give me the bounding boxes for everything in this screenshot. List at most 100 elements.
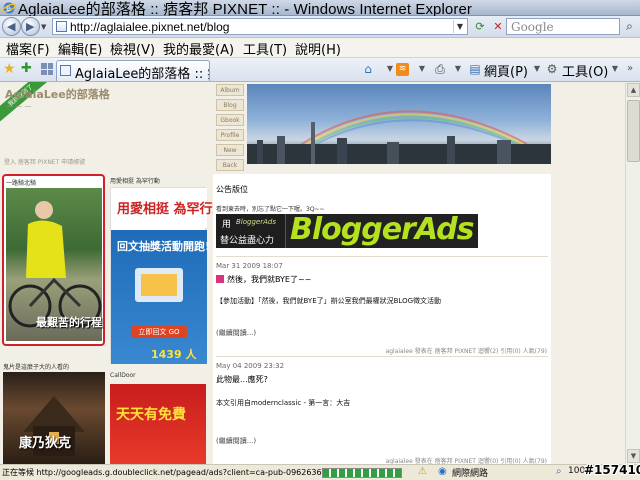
page-viewport[interactable]: 我該收到了 AglaiaLee的部落格 — — — 登入 痞客邦 PIXNET …	[0, 82, 625, 464]
post-title[interactable]: 此物最...應死?	[216, 374, 268, 385]
bloggerads-banner[interactable]: 用 BloggerAds 替公益盡心力 BloggerAds	[216, 212, 478, 248]
charity-ad-heading: 回文抽獎活動開跑!	[117, 240, 211, 253]
post-emoticon-icon	[216, 275, 224, 283]
calldoor-ad-heading: 天天有免費	[116, 407, 186, 423]
tab-favicon-icon	[60, 65, 71, 76]
bloggerads-slogan: 替公益盡心力	[220, 236, 275, 246]
tab-bar: ★ ✚ AglaiaLee的部落格 :: 痞... ⌂ ▼ ≋ ▼ ⎙ ▼ ▤ …	[0, 58, 640, 82]
header-banner-image	[247, 84, 551, 164]
search-input[interactable]: Google	[506, 18, 620, 35]
menu-edit[interactable]: 編輯(E)	[58, 39, 102, 58]
browser-window: e AglaiaLee的部落格 :: 痞客邦 PIXNET :: - Windo…	[0, 0, 640, 480]
forward-button[interactable]: ▶	[21, 17, 40, 36]
rainbow-cityscape-image	[247, 110, 551, 164]
status-text: 正在等候 http://googleads.g.doubleclick.net/…	[2, 468, 322, 477]
horror-widget-label: 鬼片是這麼子大的人看的	[3, 364, 70, 371]
post-meta: aglaialee 發表在 痞客邦 PIXNET 迴響(2) 引用(0) 人氣(…	[385, 348, 547, 355]
menu-help[interactable]: 說明(H)	[295, 39, 341, 58]
menu-view[interactable]: 檢視(V)	[110, 39, 155, 58]
loading-progress-bar	[322, 468, 402, 478]
history-dropdown-icon[interactable]: ▼	[41, 23, 46, 31]
add-favorite-icon[interactable]: ✚	[21, 61, 32, 76]
vertical-scrollbar[interactable]: ▲ ▼	[625, 82, 640, 464]
stop-icon[interactable]: ✕	[489, 18, 507, 35]
print-icon[interactable]: ⎙	[432, 61, 448, 77]
svg-text:e: e	[6, 4, 11, 13]
search-icon[interactable]: ⌕	[621, 18, 638, 35]
nav-tab-blog[interactable]: Blog	[216, 99, 244, 111]
nav-tab-back[interactable]: Back	[216, 159, 244, 171]
url-text: http://aglaialee.pixnet.net/blog	[70, 20, 230, 34]
riding-photo-widget[interactable]: 一路騎北騎 最艱苦的行程	[2, 174, 105, 346]
charity-count: 1439 人	[151, 348, 197, 361]
read-more-link[interactable]: (繼續閱讀...)	[216, 436, 256, 446]
page-icon: ▤	[469, 62, 481, 76]
post-title[interactable]: 然後，我們就BYE了~~	[216, 274, 311, 285]
login-links[interactable]: 登入 痞客邦 PIXNET 申請帳號	[4, 157, 85, 166]
menu-bar: 檔案(F) 編輯(E) 檢視(V) 我的最愛(A) 工具(T) 說明(H)	[0, 38, 640, 58]
charity-ad-slogan: 用愛相挺 為罕行動	[117, 202, 226, 217]
post-date: Mar 31 2009 18:07	[216, 262, 283, 270]
nav-tab-gbook[interactable]: Gbook	[216, 114, 244, 126]
scroll-thumb[interactable]	[627, 100, 640, 162]
blog-nav-tabs: Album Blog Gbook Profile New Back	[216, 84, 244, 174]
print-dropdown-icon[interactable]: ▼	[450, 61, 466, 77]
rss-dropdown-icon[interactable]: ▼	[414, 61, 430, 77]
calldoor-widget-label: CallDoor	[110, 372, 136, 379]
tab-title: AglaiaLee的部落格 :: 痞...	[75, 67, 209, 82]
tab-current[interactable]: AglaiaLee的部落格 :: 痞...	[56, 60, 210, 82]
post-body: 【參加活動】「然後，我們就BYE了」辦公室我們最權狀況BLOG徵文活動	[216, 297, 442, 305]
address-bar: ◀ ▶ ▼ http://aglaialee.pixnet.net/blog ▼…	[0, 16, 640, 38]
charity-ad[interactable]: 用愛相挺 為罕行動 回文抽獎活動開跑! 立即回文 GO 1439 人	[110, 187, 226, 364]
bloggerads-logo: BloggerAds	[290, 212, 474, 247]
scroll-down-icon[interactable]: ▼	[627, 449, 640, 463]
menu-file[interactable]: 檔案(F)	[6, 39, 50, 58]
tools-dropdown-icon[interactable]: ▼	[607, 61, 623, 77]
home-icon[interactable]: ⌂	[360, 61, 376, 77]
nav-tab-new[interactable]: New	[216, 144, 244, 156]
blog-title[interactable]: AglaiaLee的部落格	[5, 86, 110, 102]
favorites-star-icon[interactable]: ★	[3, 61, 16, 77]
cyclist-photo[interactable]: 最艱苦的行程	[6, 188, 102, 341]
page-favicon-icon	[56, 21, 67, 32]
charity-ad-panel: 回文抽獎活動開跑! 立即回文 GO 1439 人	[111, 230, 211, 364]
horror-poster-caption: 康乃狄克	[19, 436, 72, 451]
rss-icon[interactable]: ≋	[396, 63, 409, 76]
back-button[interactable]: ◀	[2, 17, 21, 36]
scroll-up-icon[interactable]: ▲	[627, 83, 640, 97]
page-menu-button[interactable]: 網頁(P)	[484, 61, 528, 80]
url-input[interactable]: http://aglaialee.pixnet.net/blog ▼	[52, 18, 468, 35]
menu-tools[interactable]: 工具(T)	[243, 39, 287, 58]
menu-favorites[interactable]: 我的最愛(A)	[163, 39, 234, 58]
nav-tab-album[interactable]: Album	[216, 84, 244, 96]
cyclist-caption: 最艱苦的行程	[36, 316, 102, 329]
bloggerads-left: 用 BloggerAds 替公益盡心力	[216, 214, 286, 248]
post-date: May 04 2009 23:32	[216, 362, 285, 370]
url-dropdown-icon[interactable]: ▼	[453, 20, 466, 33]
nav-tab-profile[interactable]: Profile	[216, 129, 244, 141]
bloggerads-use: 用	[222, 220, 232, 230]
ie-icon: e	[2, 2, 16, 14]
bloggerads-small-logo: BloggerAds	[236, 218, 276, 226]
charity-ad-top: 用愛相挺 為罕行動	[111, 188, 226, 228]
charity-ad-illustration	[135, 268, 183, 302]
divider	[216, 356, 548, 357]
tools-menu-button[interactable]: 工具(O)	[562, 61, 608, 80]
charity-widget-label: 用愛相挺 為罕行動	[110, 178, 160, 185]
charity-reply-button[interactable]: 立即回文 GO	[131, 326, 187, 338]
riding-widget-label: 一路騎北騎	[6, 180, 37, 187]
zoom-icon: ⌕	[556, 466, 562, 477]
divider	[216, 256, 548, 257]
post-meta: aglaialee 發表在 痞客邦 PIXNET 迴響(0) 引用(0) 人氣(…	[385, 458, 547, 464]
security-icon[interactable]: ⚠	[418, 466, 427, 477]
blog-subtitle: — — —	[6, 102, 32, 110]
security-zone[interactable]: 網際網路	[452, 466, 488, 479]
page-dropdown-icon[interactable]: ▼	[529, 61, 545, 77]
more-chevron-icon[interactable]: »	[622, 61, 638, 77]
post-body: 本文引用自modernclassic - 第一言：大吉	[216, 399, 351, 407]
refresh-icon[interactable]: ⟳	[471, 18, 489, 35]
horror-movie-poster[interactable]: 康乃狄克	[3, 372, 105, 464]
quick-tabs-icon[interactable]	[41, 63, 53, 75]
calldoor-ad[interactable]: 天天有免費	[110, 384, 206, 464]
read-more-link[interactable]: (繼續閱讀...)	[216, 328, 256, 338]
